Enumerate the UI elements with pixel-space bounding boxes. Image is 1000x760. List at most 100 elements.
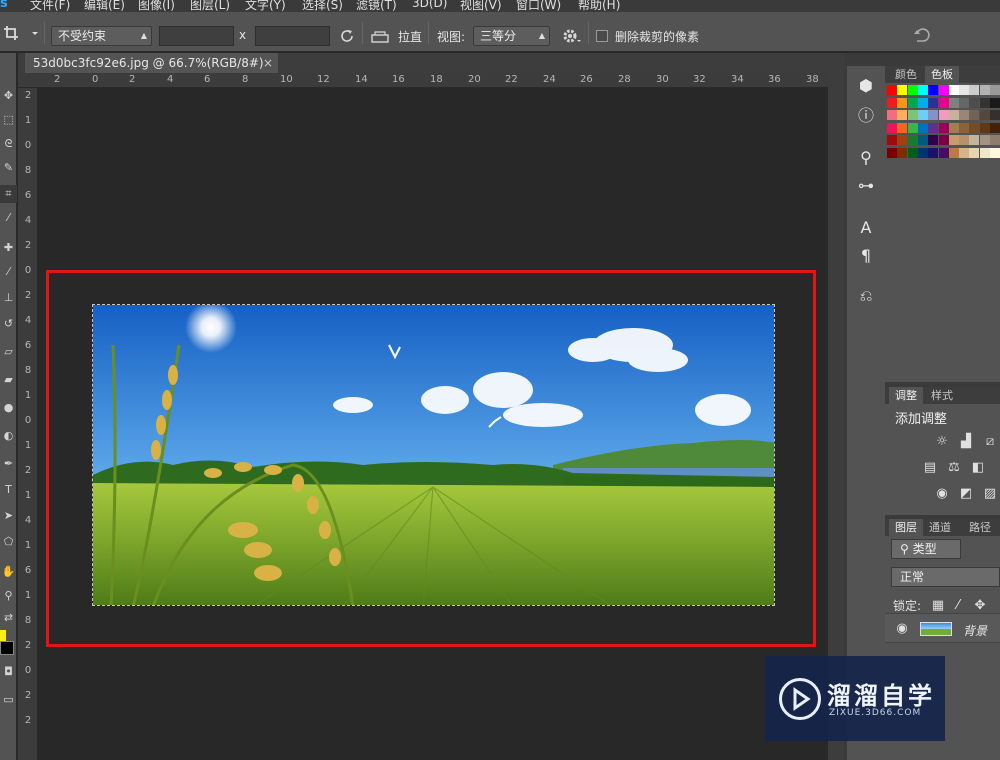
balance-icon[interactable]: ⚖	[945, 461, 963, 475]
menu-layer[interactable]: 图层(L)	[190, 0, 230, 12]
color-swatch[interactable]	[990, 110, 1000, 120]
swap-colors-icon[interactable]: ⇄	[0, 609, 17, 627]
color-swatch[interactable]	[990, 122, 1000, 133]
eyedropper-icon[interactable]: ⁄	[0, 209, 17, 227]
color-swatch[interactable]	[887, 97, 897, 108]
3d-icon[interactable]: ⬢	[855, 76, 877, 96]
brightness-icon[interactable]: ☼	[933, 435, 951, 449]
color-swatch[interactable]	[959, 97, 970, 108]
view-overlay-select[interactable]: 三等分 ▲	[473, 26, 550, 46]
document-tab[interactable]: 53d0bc3fc92e6.jpg @ 66.7%(RGB/8#) ×	[25, 53, 278, 73]
color-swatch[interactable]	[948, 110, 959, 120]
color-swatch[interactable]	[928, 85, 939, 95]
tab-styles[interactable]: 样式	[925, 387, 959, 404]
color-swatch[interactable]	[959, 135, 970, 145]
straighten-label[interactable]: 拉直	[398, 28, 422, 45]
close-icon[interactable]: ×	[263, 53, 273, 73]
eraser-icon[interactable]: ▱	[0, 343, 17, 361]
document-image[interactable]	[92, 304, 775, 606]
color-swatch[interactable]	[979, 97, 990, 108]
color-swatch[interactable]	[969, 97, 980, 108]
brush-presets-icon[interactable]: ⚲	[855, 148, 877, 168]
crop-icon[interactable]: ⌗	[0, 185, 17, 203]
layer-row[interactable]: ◉ 背景	[885, 613, 1000, 643]
tab-adjustments[interactable]: 调整	[889, 387, 923, 404]
menu-3d[interactable]: 3D(D)	[412, 0, 447, 10]
lock-pixels-icon[interactable]: ⁄	[949, 599, 967, 613]
color-swatch[interactable]	[938, 97, 949, 108]
history-brush-icon[interactable]: ↺	[0, 315, 17, 333]
move-icon[interactable]: ✥	[0, 87, 17, 105]
zoom-icon[interactable]: ⚲	[0, 587, 17, 605]
color-swatch[interactable]	[897, 97, 908, 108]
menu-window[interactable]: 窗口(W)	[516, 0, 561, 12]
color-swatch[interactable]	[897, 135, 908, 145]
color-swatch[interactable]	[928, 122, 939, 133]
color-swatch[interactable]	[948, 122, 959, 133]
pen-icon[interactable]: ✒	[0, 455, 17, 473]
color-swatch[interactable]	[938, 135, 949, 145]
color-swatch[interactable]	[979, 110, 990, 120]
crop-height-input[interactable]	[255, 26, 330, 46]
color-swatch[interactable]	[969, 135, 980, 145]
color-swatch[interactable]	[969, 85, 980, 95]
color-swatch[interactable]	[979, 135, 990, 145]
color-swatch[interactable]	[938, 147, 949, 158]
swap-icon[interactable]	[338, 27, 356, 49]
color-swatch[interactable]	[969, 110, 980, 120]
color-swatch[interactable]	[897, 110, 908, 120]
color-swatch[interactable]	[948, 97, 959, 108]
menu-image[interactable]: 图像(I)	[138, 0, 175, 12]
color-swatch[interactable]	[979, 122, 990, 133]
quick-select-icon[interactable]: ✎	[0, 159, 17, 177]
photo-filter-icon[interactable]: ◉	[933, 487, 951, 501]
color-swatch[interactable]	[907, 147, 918, 158]
color-swatch[interactable]	[928, 97, 939, 108]
healing-icon[interactable]: ✚	[0, 239, 17, 257]
color-swatch[interactable]	[887, 135, 897, 145]
color-swatch[interactable]	[959, 110, 970, 120]
path-select-icon[interactable]: ➤	[0, 507, 17, 525]
menu-filter[interactable]: 滤镜(T)	[356, 0, 397, 12]
menu-help[interactable]: 帮助(H)	[578, 0, 620, 12]
color-swatch[interactable]	[938, 110, 949, 120]
gradient-map-icon[interactable]: ◩	[957, 487, 975, 501]
tab-channels[interactable]: 通道	[923, 519, 957, 536]
lock-transparency-icon[interactable]: ▦	[929, 599, 947, 613]
color-swatch[interactable]	[948, 135, 959, 145]
color-swatch[interactable]	[969, 147, 980, 158]
stamp-icon[interactable]: ⊥	[0, 289, 17, 307]
color-swatch[interactable]	[917, 147, 928, 158]
color-swatch[interactable]	[990, 147, 1000, 158]
paragraph-icon[interactable]: ¶	[855, 246, 877, 266]
levels-icon[interactable]: ▟	[957, 435, 975, 449]
color-swatch[interactable]	[907, 110, 918, 120]
layer-filter-select[interactable]: ⚲ 类型	[891, 539, 961, 559]
delete-cropped-checkbox[interactable]	[596, 30, 608, 42]
gear-icon[interactable]	[561, 27, 581, 49]
color-swatch[interactable]	[907, 135, 918, 145]
color-swatch[interactable]	[897, 85, 908, 95]
hand-icon[interactable]: ✋	[0, 563, 17, 581]
clone-source-icon[interactable]: ⊶	[855, 176, 877, 196]
crop-tool-preset[interactable]	[2, 24, 42, 42]
menu-type[interactable]: 文字(Y)	[245, 0, 286, 12]
info-icon[interactable]: ⓘ	[855, 106, 877, 126]
hue-icon[interactable]: ▤	[921, 461, 939, 475]
color-swatch[interactable]	[887, 85, 897, 95]
history-icon[interactable]: ⎌	[855, 286, 877, 306]
color-swatch[interactable]	[907, 97, 918, 108]
color-swatch[interactable]	[928, 135, 939, 145]
straighten-icon[interactable]	[370, 28, 390, 48]
character-icon[interactable]: A	[855, 218, 877, 238]
color-swatch[interactable]	[990, 97, 1000, 108]
color-swatch[interactable]	[887, 147, 897, 158]
color-swatch[interactable]	[990, 85, 1000, 95]
quick-mask-icon[interactable]: ◘	[0, 663, 17, 681]
color-swatch[interactable]	[979, 85, 990, 95]
color-swatch[interactable]	[887, 110, 897, 120]
tab-paths[interactable]: 路径	[963, 519, 997, 536]
color-swatch[interactable]	[897, 147, 908, 158]
menu-edit[interactable]: 编辑(E)	[84, 0, 125, 12]
color-swatch[interactable]	[928, 110, 939, 120]
